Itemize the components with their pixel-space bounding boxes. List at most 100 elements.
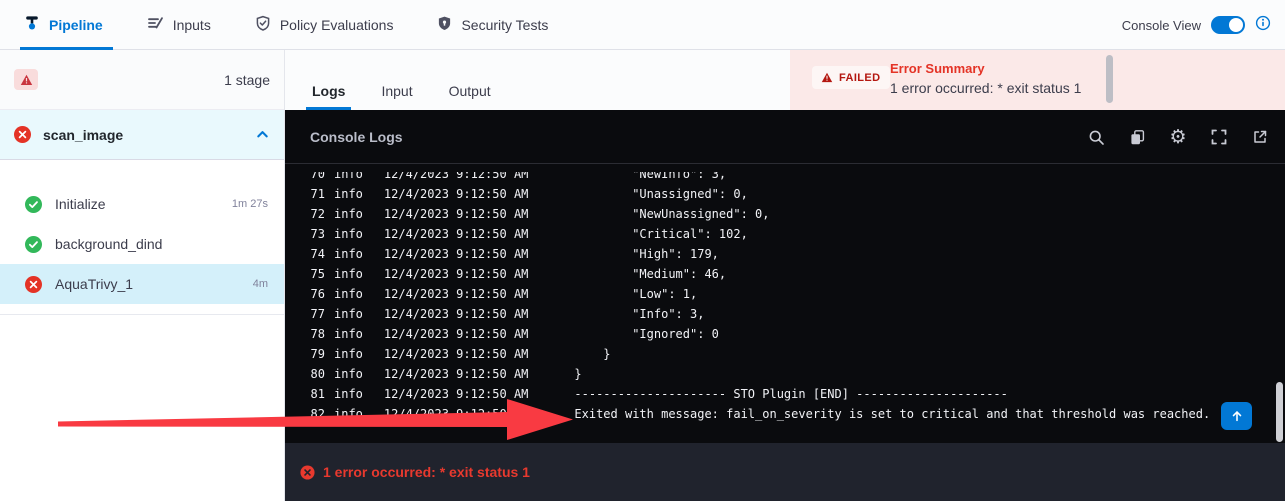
- copy-icon[interactable]: [1128, 128, 1146, 146]
- log-level: info: [334, 204, 363, 224]
- log-message: Exited with message: fail_on_severity is…: [574, 404, 1210, 424]
- log-level: info: [334, 344, 363, 364]
- detail-tabs: Logs Input Output: [285, 50, 790, 110]
- log-lines: 70 info 12/4/2023 9:12:50 AM "NewInfo": …: [285, 172, 1285, 424]
- step-initialize[interactable]: Initialize 1m 27s: [0, 184, 284, 224]
- chevron-up-icon[interactable]: [255, 127, 270, 142]
- log-viewport[interactable]: 70 info 12/4/2023 9:12:50 AM "NewInfo": …: [285, 172, 1285, 443]
- inputs-icon: [147, 15, 164, 34]
- tab-output[interactable]: Output: [447, 72, 493, 110]
- scroll-to-top-button[interactable]: [1221, 402, 1252, 430]
- tab-inputs[interactable]: Inputs: [143, 0, 215, 50]
- fullscreen-icon[interactable]: [1210, 128, 1228, 146]
- tab-label: Pipeline: [49, 17, 103, 33]
- log-timestamp: 12/4/2023 9:12:50 AM: [384, 364, 529, 384]
- log-message: "NewInfo": 3,: [574, 172, 726, 184]
- log-level: info: [334, 384, 363, 404]
- log-message: }: [574, 364, 581, 384]
- log-timestamp: 12/4/2023 9:12:50 AM: [384, 224, 529, 244]
- settings-icon[interactable]: ⚙: [1169, 128, 1187, 146]
- tab-label: Security Tests: [461, 17, 548, 33]
- error-summary-banner: FAILED Error Summary 1 error occurred: *…: [790, 50, 1285, 110]
- log-message: "Ignored": 0: [574, 324, 719, 344]
- log-line: 72 info 12/4/2023 9:12:50 AM "NewUnassig…: [285, 204, 1285, 224]
- stage-row-scan-image[interactable]: scan_image: [0, 110, 284, 160]
- search-icon[interactable]: [1087, 128, 1105, 146]
- log-line-number: 74: [307, 244, 325, 264]
- tab-pipeline[interactable]: Pipeline: [20, 0, 107, 50]
- log-message: }: [574, 344, 610, 364]
- warning-triangle-icon: [821, 72, 833, 83]
- open-in-new-icon[interactable]: [1251, 128, 1269, 146]
- log-message: "Critical": 102,: [574, 224, 747, 244]
- log-level: info: [334, 244, 363, 264]
- log-level: info: [334, 284, 363, 304]
- log-line-number: 79: [307, 344, 325, 364]
- log-timestamp: 12/4/2023 9:12:50 AM: [384, 304, 529, 324]
- console-scrollbar-thumb[interactable]: [1276, 382, 1283, 442]
- top-navigation: Pipeline Inputs Policy Evaluations Secur…: [0, 0, 1285, 50]
- log-line-number: 73: [307, 224, 325, 244]
- console-view-label: Console View: [1122, 18, 1201, 33]
- log-line-number: 80: [307, 364, 325, 384]
- tab-label: Input: [381, 83, 412, 99]
- log-timestamp: 12/4/2023 9:12:50 AM: [384, 324, 529, 344]
- console-title: Console Logs: [285, 129, 403, 145]
- failed-status-icon: [14, 126, 31, 143]
- toggle-knob: [1229, 18, 1243, 32]
- footer-error-text: 1 error occurred: * exit status 1: [323, 464, 530, 480]
- log-line: 75 info 12/4/2023 9:12:50 AM "Medium": 4…: [285, 264, 1285, 284]
- log-line: 76 info 12/4/2023 9:12:50 AM "Low": 1,: [285, 284, 1285, 304]
- tab-input[interactable]: Input: [379, 72, 414, 110]
- error-summary-message: 1 error occurred: * exit status 1: [890, 80, 1081, 96]
- pipeline-error-badge[interactable]: [14, 69, 38, 90]
- log-level: info: [334, 264, 363, 284]
- tab-label: Inputs: [173, 17, 211, 33]
- log-level: info: [334, 404, 363, 424]
- tab-label: Logs: [312, 83, 345, 99]
- log-line-number: 75: [307, 264, 325, 284]
- info-icon[interactable]: [1255, 15, 1271, 36]
- tab-logs[interactable]: Logs: [310, 72, 347, 110]
- console-logs-panel: Console Logs ⚙: [285, 110, 1285, 443]
- log-line: 80 info 12/4/2023 9:12:50 AM }: [285, 364, 1285, 384]
- log-message: "Medium": 46,: [574, 264, 726, 284]
- error-summary-title: Error Summary: [890, 61, 985, 76]
- log-timestamp: 12/4/2023 9:12:50 AM: [384, 384, 529, 404]
- log-line: 82 info 12/4/2023 9:12:50 AM Exited with…: [285, 404, 1285, 424]
- log-timestamp: 12/4/2023 9:12:50 AM: [384, 172, 529, 184]
- tab-label: Output: [449, 83, 491, 99]
- log-line: 81 info 12/4/2023 9:12:50 AM -----------…: [285, 384, 1285, 404]
- log-message: --------------------- STO Plugin [END] -…: [574, 384, 1007, 404]
- log-level: info: [334, 304, 363, 324]
- log-line-number: 77: [307, 304, 325, 324]
- log-message: "Info": 3,: [574, 304, 704, 324]
- stage-name: scan_image: [43, 127, 243, 143]
- console-header: Console Logs ⚙: [285, 110, 1285, 164]
- error-circle-icon: [300, 465, 315, 480]
- banner-scrollbar-thumb[interactable]: [1106, 55, 1113, 103]
- tab-policy-evaluations[interactable]: Policy Evaluations: [251, 0, 398, 50]
- log-timestamp: 12/4/2023 9:12:50 AM: [384, 284, 529, 304]
- log-line: 73 info 12/4/2023 9:12:50 AM "Critical":…: [285, 224, 1285, 244]
- arrow-up-icon: [1230, 409, 1244, 423]
- console-view-toggle[interactable]: [1211, 16, 1245, 34]
- log-level: info: [334, 224, 363, 244]
- log-timestamp: 12/4/2023 9:12:50 AM: [384, 264, 529, 284]
- log-level: info: [334, 324, 363, 344]
- tab-security-tests[interactable]: Security Tests: [433, 0, 552, 50]
- step-duration: 1m 27s: [232, 198, 268, 210]
- tab-label: Policy Evaluations: [280, 17, 394, 33]
- step-background-dind[interactable]: background_dind: [0, 224, 284, 264]
- pipeline-icon: [24, 15, 40, 34]
- log-line-number: 82: [307, 404, 325, 424]
- sidebar-header: 1 stage: [0, 50, 284, 110]
- log-message: "High": 179,: [574, 244, 719, 264]
- success-status-icon: [25, 196, 42, 213]
- log-line: 71 info 12/4/2023 9:12:50 AM "Unassigned…: [285, 184, 1285, 204]
- log-level: info: [334, 172, 363, 184]
- step-detail-header: Logs Input Output FAILED Error Summary 1…: [285, 50, 1285, 110]
- log-line: 70 info 12/4/2023 9:12:50 AM "NewInfo": …: [285, 172, 1285, 184]
- step-aquatrivy[interactable]: AquaTrivy_1 4m: [0, 264, 284, 304]
- failed-label: FAILED: [839, 72, 881, 84]
